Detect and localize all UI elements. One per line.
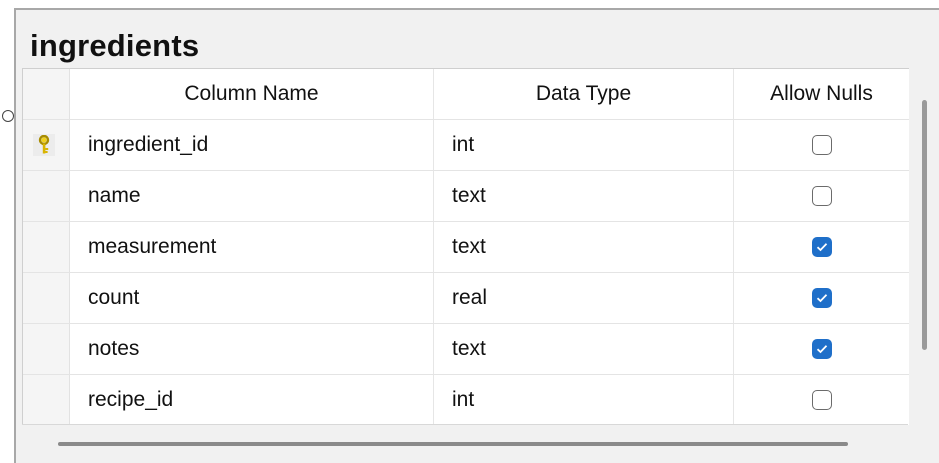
column-name-header[interactable]: Column Name	[70, 69, 434, 119]
data-type-cell[interactable]: text	[434, 324, 734, 374]
data-type-cell[interactable]: int	[434, 375, 734, 425]
check-icon	[816, 294, 827, 303]
table-row[interactable]: count real	[23, 273, 909, 324]
check-icon	[816, 345, 827, 354]
data-type-cell[interactable]: int	[434, 120, 734, 170]
horizontal-scroll-area	[22, 424, 908, 463]
allow-nulls-checkbox[interactable]	[811, 135, 832, 155]
allow-nulls-cell	[734, 222, 909, 272]
data-type-header[interactable]: Data Type	[434, 69, 734, 119]
check-icon	[816, 243, 827, 252]
relationship-connector-icon[interactable]	[2, 110, 14, 122]
row-selector[interactable]	[23, 222, 70, 272]
table-row[interactable]: notes text	[23, 324, 909, 375]
table-row[interactable]: ingredient_id int	[23, 120, 909, 171]
data-type-cell[interactable]: text	[434, 222, 734, 272]
column-name-cell[interactable]: count	[70, 273, 434, 323]
header-row-selector	[23, 69, 70, 119]
allow-nulls-checkbox[interactable]	[811, 390, 832, 410]
key-icon	[33, 134, 55, 156]
column-name-cell[interactable]: name	[70, 171, 434, 221]
allow-nulls-checkbox[interactable]	[811, 237, 832, 257]
row-selector[interactable]	[23, 324, 70, 374]
row-selector[interactable]	[23, 273, 70, 323]
allow-nulls-checkbox[interactable]	[811, 339, 832, 359]
columns-grid: Column Name Data Type Allow Nulls ingred…	[22, 68, 909, 425]
table-row[interactable]: name text	[23, 171, 909, 222]
column-name-cell[interactable]: measurement	[70, 222, 434, 272]
grid-bottom-divider	[22, 424, 908, 425]
row-selector[interactable]	[23, 375, 70, 425]
horizontal-scrollbar[interactable]	[58, 442, 848, 446]
table-row[interactable]: recipe_id int	[23, 375, 909, 425]
allow-nulls-cell	[734, 120, 909, 170]
table-row[interactable]: measurement text	[23, 222, 909, 273]
allow-nulls-header[interactable]: Allow Nulls	[734, 69, 909, 119]
column-name-cell[interactable]: recipe_id	[70, 375, 434, 425]
allow-nulls-checkbox[interactable]	[811, 186, 832, 206]
data-type-cell[interactable]: text	[434, 171, 734, 221]
data-type-cell[interactable]: real	[434, 273, 734, 323]
column-name-cell[interactable]: ingredient_id	[70, 120, 434, 170]
table-title: ingredients	[30, 28, 200, 63]
allow-nulls-cell	[734, 375, 909, 425]
allow-nulls-cell	[734, 324, 909, 374]
row-selector[interactable]	[23, 171, 70, 221]
vertical-scrollbar[interactable]	[922, 100, 927, 350]
row-selector[interactable]	[23, 120, 70, 170]
grid-header-row: Column Name Data Type Allow Nulls	[23, 69, 909, 120]
column-name-cell[interactable]: notes	[70, 324, 434, 374]
allow-nulls-checkbox[interactable]	[811, 288, 832, 308]
allow-nulls-cell	[734, 171, 909, 221]
allow-nulls-cell	[734, 273, 909, 323]
